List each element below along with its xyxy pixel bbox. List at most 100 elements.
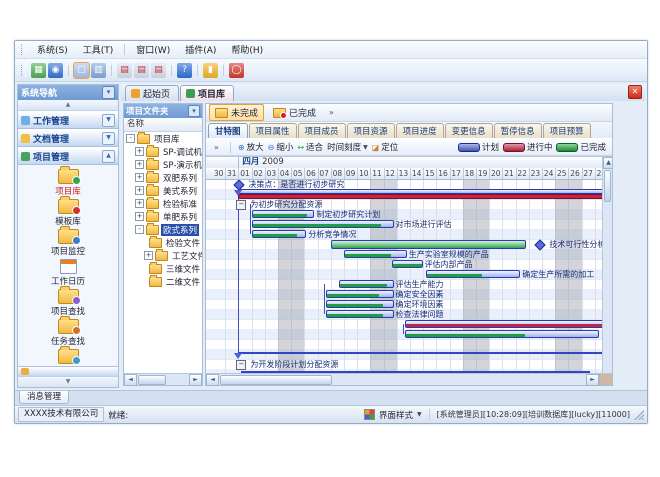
scroll-right-icon[interactable]: ► xyxy=(586,374,599,386)
task-bar[interactable] xyxy=(326,290,394,298)
tree-row[interactable]: +美式系列 xyxy=(124,184,202,197)
task-bar[interactable] xyxy=(426,270,520,278)
locate-button[interactable]: ◪定位 xyxy=(372,141,399,153)
chevron-down-icon[interactable]: ▼ xyxy=(417,411,422,418)
plan-warning-icon[interactable]: ▤ xyxy=(134,63,149,78)
menu-item-2[interactable]: 窗口(W) xyxy=(129,42,177,57)
tree-expander-icon[interactable]: - xyxy=(126,134,135,143)
gantt-tab-项目预算[interactable]: 项目预算 xyxy=(543,123,591,138)
sidebar-item-3[interactable]: 工作日历 xyxy=(22,259,114,287)
ui-style-button[interactable]: 界面样式 xyxy=(379,409,413,421)
help-icon[interactable]: ? xyxy=(177,63,192,78)
group-expander-icon[interactable]: − xyxy=(236,200,246,210)
window-layout-icon[interactable]: ▥ xyxy=(91,63,106,78)
close-tab-button[interactable]: ✕ xyxy=(628,85,642,99)
scroll-up-button[interactable]: ▲ xyxy=(18,100,118,111)
schedule-icon[interactable]: ▤ xyxy=(117,63,132,78)
tree-row[interactable]: +SP-调试机系 xyxy=(124,145,202,158)
tree-row[interactable]: +双肥系列 xyxy=(124,171,202,184)
tree-row[interactable]: +工艺文件 xyxy=(124,249,202,262)
scroll-right-icon[interactable]: ► xyxy=(189,374,202,386)
task-bar[interactable] xyxy=(339,280,394,288)
report-warning-icon[interactable]: ▤ xyxy=(151,63,166,78)
tree-row[interactable]: +SP-演示机系 xyxy=(124,158,202,171)
gantt-horizontal-scrollbar[interactable]: ◄ ► xyxy=(206,373,612,385)
gantt-vertical-scrollbar[interactable]: ▲ xyxy=(602,157,612,373)
task-bar[interactable] xyxy=(252,230,307,238)
scroll-thumb[interactable] xyxy=(138,375,166,385)
gantt-tab-变更信息[interactable]: 变更信息 xyxy=(445,123,493,138)
fit-button[interactable]: ↔适合 xyxy=(297,141,323,153)
task-bar[interactable] xyxy=(252,220,394,228)
task-bar[interactable] xyxy=(344,250,407,258)
task-bar[interactable] xyxy=(252,210,315,218)
tree-horizontal-scrollbar[interactable]: ◄ ► xyxy=(124,373,202,385)
tree-row[interactable]: 三维文件 xyxy=(124,262,202,275)
time-scale-button[interactable]: 时间刻度▼ xyxy=(327,141,368,153)
tree-expander-icon[interactable]: + xyxy=(135,212,144,221)
menu-item-4[interactable]: 帮助(H) xyxy=(224,42,270,57)
zoom-in-button[interactable]: ⊕放大 xyxy=(238,141,264,153)
scroll-thumb[interactable] xyxy=(220,375,332,385)
task-bar[interactable] xyxy=(392,260,423,268)
sidebar-section-1[interactable]: 文档管理▼ xyxy=(18,129,118,147)
menu-item-3[interactable]: 插件(A) xyxy=(178,42,223,57)
menu-item-0[interactable]: 系统(S) xyxy=(30,42,75,57)
exit-icon[interactable]: ◯ xyxy=(229,63,244,78)
sidebar-item-6[interactable]: 项目文档查找 xyxy=(22,349,114,366)
section-toggle-icon[interactable]: ▼ xyxy=(102,114,115,127)
task-bar[interactable] xyxy=(405,330,600,338)
scroll-thumb[interactable] xyxy=(604,170,611,202)
scroll-up-icon[interactable]: ▲ xyxy=(603,157,612,169)
tab-项目库[interactable]: 项目库 xyxy=(180,85,234,101)
tree-expander-icon[interactable]: + xyxy=(135,173,144,182)
tree-expander-icon[interactable]: + xyxy=(135,147,144,156)
pin-icon[interactable]: ▾ xyxy=(188,105,200,117)
menu-item-1[interactable]: 工具(T) xyxy=(76,42,121,57)
desktop-icon[interactable]: ▦ xyxy=(31,63,46,78)
tree-row[interactable]: 二维文件 xyxy=(124,275,202,288)
sidebar-section-2[interactable]: 项目管理▲ xyxy=(18,147,118,165)
scroll-left-icon[interactable]: ◄ xyxy=(206,374,219,386)
tree-row[interactable]: +单肥系列 xyxy=(124,210,202,223)
pin-icon[interactable]: ▾ xyxy=(102,86,115,99)
toolbar-overflow-icon[interactable]: » xyxy=(210,143,223,152)
gantt-tab-项目资源[interactable]: 项目资源 xyxy=(347,123,395,138)
tree-expander-icon[interactable]: + xyxy=(135,160,144,169)
filter-已完成[interactable]: 已完成 xyxy=(267,104,322,121)
window-icon[interactable]: ▢ xyxy=(74,63,89,78)
sidebar-item-2[interactable]: 项目监控 xyxy=(22,229,114,257)
sidebar-item-1[interactable]: 模板库 xyxy=(22,199,114,227)
tree-row[interactable]: -欧式系列 xyxy=(124,223,202,236)
overflow-chevron-icon[interactable]: » xyxy=(325,108,338,117)
lock-icon[interactable]: ▮ xyxy=(203,63,218,78)
globe-icon[interactable]: ◉ xyxy=(48,63,63,78)
zoom-out-button[interactable]: ⊖缩小 xyxy=(268,141,294,153)
tree-expander-icon[interactable]: + xyxy=(135,199,144,208)
gantt-tab-暂停信息[interactable]: 暂停信息 xyxy=(494,123,542,138)
scroll-down-button[interactable]: ▼ xyxy=(18,376,118,387)
gantt-tab-项目属性[interactable]: 项目属性 xyxy=(249,123,297,138)
tree-row[interactable]: 检验文件 xyxy=(124,236,202,249)
sidebar-section-stub[interactable] xyxy=(18,366,118,376)
grip-handle[interactable] xyxy=(21,65,26,76)
tree-row[interactable]: -项目库 xyxy=(124,132,202,145)
phase-bar[interactable] xyxy=(331,240,526,249)
tree-expander-icon[interactable]: - xyxy=(135,225,144,234)
sidebar-item-4[interactable]: 项目查找 xyxy=(22,289,114,317)
task-bar[interactable] xyxy=(405,320,603,328)
section-toggle-icon[interactable]: ▼ xyxy=(102,132,115,145)
tree-expander-icon[interactable]: + xyxy=(135,186,144,195)
gantt-tab-项目成员[interactable]: 项目成员 xyxy=(298,123,346,138)
tree-expander-icon[interactable]: + xyxy=(144,251,153,260)
grip-handle[interactable] xyxy=(21,44,26,55)
tree-row[interactable]: +检验标准 xyxy=(124,197,202,210)
message-management-tab[interactable]: 消息管理 xyxy=(19,391,69,404)
scroll-left-icon[interactable]: ◄ xyxy=(124,374,137,386)
filter-未完成[interactable]: 未完成 xyxy=(209,104,264,121)
task-bar[interactable] xyxy=(326,300,394,308)
group-expander-icon[interactable]: − xyxy=(236,360,246,370)
section-toggle-icon[interactable]: ▲ xyxy=(102,150,115,163)
sidebar-item-0[interactable]: 项目库 xyxy=(22,169,114,197)
tab-起始页[interactable]: 起始页 xyxy=(125,85,179,101)
